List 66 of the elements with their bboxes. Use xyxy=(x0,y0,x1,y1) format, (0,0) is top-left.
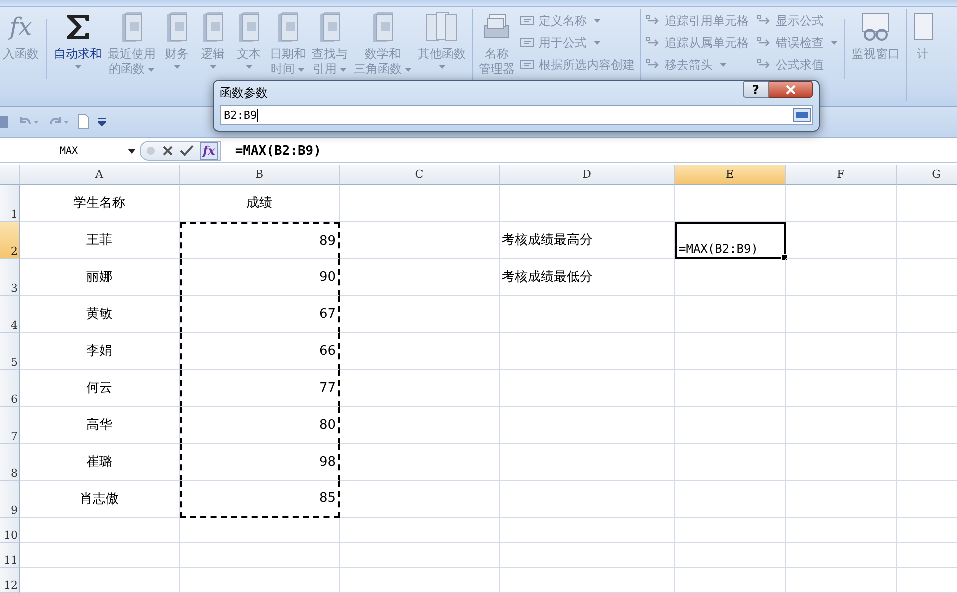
table-cell: 学生名称 xyxy=(20,185,180,222)
button-label: 入函数 xyxy=(3,47,39,62)
column-header[interactable]: G xyxy=(897,165,957,185)
row-header[interactable]: 5 xyxy=(0,333,20,370)
button-label: 其他函数 xyxy=(418,47,466,62)
table-cell: 高华 xyxy=(20,407,180,444)
table-cell: 考核成绩最高分 xyxy=(500,222,675,259)
table-cell: 98 xyxy=(180,444,340,481)
button-label: 名称 xyxy=(485,47,509,62)
table-cell: 85 xyxy=(180,481,340,518)
button-label: 计 xyxy=(917,47,929,62)
column-header[interactable]: B xyxy=(180,165,340,185)
column-header[interactable]: C xyxy=(340,165,500,185)
button-label: 查找与 xyxy=(312,47,348,62)
table-cell: 成绩 xyxy=(180,185,340,222)
column-header[interactable]: D xyxy=(500,165,675,185)
function-symbol: fx xyxy=(10,12,32,43)
table-cell: 66 xyxy=(180,333,340,370)
button-label: 管理器 xyxy=(479,62,515,77)
row-header[interactable]: 7 xyxy=(0,407,20,444)
row-header[interactable]: 4 xyxy=(0,296,20,333)
insert-function-button[interactable]: fx xyxy=(200,142,218,160)
button-label: 逻辑 xyxy=(201,47,225,62)
table-cell: 90 xyxy=(180,259,340,296)
button-label: 时间 xyxy=(271,62,295,77)
row-header[interactable]: 9 xyxy=(0,481,20,518)
active-cell: =MAX(B2:B9) xyxy=(675,222,786,259)
table-cell: 考核成绩最低分 xyxy=(500,259,675,296)
button-label: 文本 xyxy=(237,47,261,62)
table-cell: 肖志傲 xyxy=(20,481,180,518)
column-header[interactable]: A xyxy=(20,165,180,185)
button-label: 自动求和 xyxy=(54,47,102,62)
row-header[interactable]: 3 xyxy=(0,259,20,296)
row-header[interactable]: 10 xyxy=(0,518,20,543)
table-cell: 王菲 xyxy=(20,222,180,259)
button-label: 日期和 xyxy=(270,47,306,62)
formula-field[interactable]: =MAX(B2:B9) xyxy=(235,144,322,158)
button-label: 的函数 xyxy=(109,62,145,77)
button-label: 数学和 xyxy=(365,47,401,62)
row-header[interactable]: 2 xyxy=(0,222,20,259)
table-cell: 89 xyxy=(180,222,340,259)
table-cell: 67 xyxy=(180,296,340,333)
button-label: 监视窗口 xyxy=(852,47,900,62)
column-header[interactable]: F xyxy=(786,165,897,185)
table-cell: 丽娜 xyxy=(20,259,180,296)
table-cell: 李娟 xyxy=(20,333,180,370)
row-header[interactable]: 12 xyxy=(0,568,20,593)
table-cell: 黄敏 xyxy=(20,296,180,333)
row-header[interactable]: 6 xyxy=(0,370,20,407)
help-button[interactable]: ? xyxy=(743,81,769,98)
table-cell: 80 xyxy=(180,407,340,444)
row-header[interactable]: 11 xyxy=(0,543,20,568)
column-header[interactable]: E xyxy=(675,165,786,185)
range-input[interactable]: B2:B9 xyxy=(220,105,813,125)
dialog-title: 函数参数 xyxy=(220,84,268,102)
row-header[interactable]: 1 xyxy=(0,185,20,222)
table-cell: 崔璐 xyxy=(20,444,180,481)
button-label: 引用 xyxy=(313,62,337,77)
name-box[interactable]: MAX xyxy=(0,141,140,161)
button-label: 财务 xyxy=(165,47,189,62)
button-label: 最近使用 xyxy=(108,47,156,62)
ribbon-button[interactable]: 自动求和 xyxy=(51,9,105,71)
row-header[interactable]: 8 xyxy=(0,444,20,481)
table-cell: 何云 xyxy=(20,370,180,407)
table-cell: 77 xyxy=(180,370,340,407)
button-label: 三角函数 xyxy=(354,62,402,77)
